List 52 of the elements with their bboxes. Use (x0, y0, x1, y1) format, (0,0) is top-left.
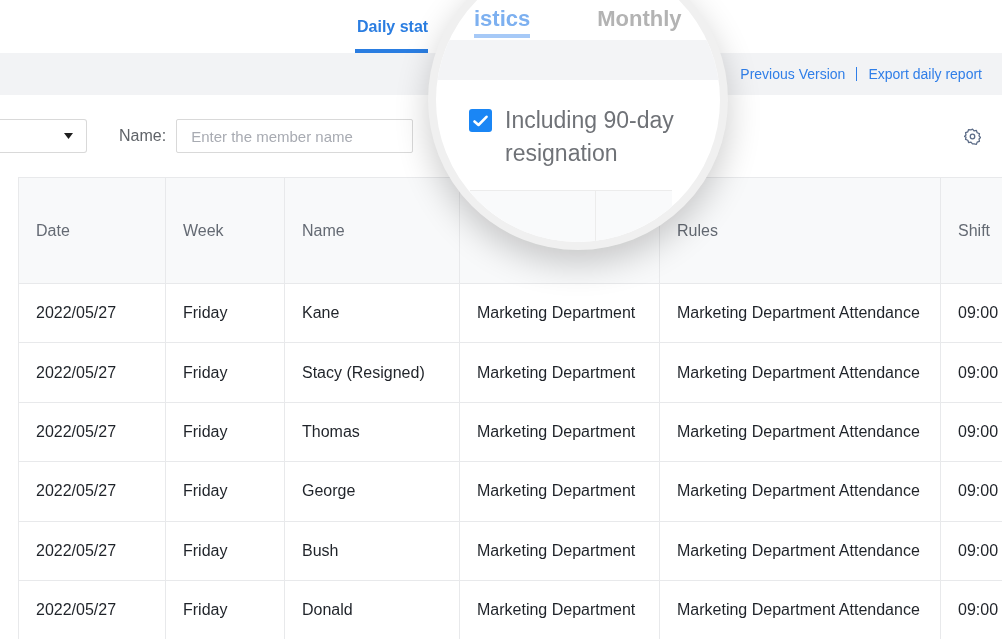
table-cell: 09:00 (941, 580, 1002, 639)
name-input[interactable]: Enter the member name (176, 119, 414, 153)
table-cell: Marketing Department Attendance (660, 521, 941, 581)
column-header: Shift (941, 178, 1002, 284)
table-cell: 09:00 (941, 284, 1002, 344)
table-cell: Marketing Department (460, 580, 660, 639)
table-cell: Marketing Department Attendance (660, 580, 941, 639)
link[interactable]: Export daily report (868, 63, 982, 85)
table-cell: Marketing Department (460, 402, 660, 463)
table-cell: 2022/05/27 (19, 402, 166, 463)
table-cell: Marketing Department (460, 284, 660, 344)
checkbox-label: Including 90-day resignation (505, 106, 675, 168)
table-cell: Marketing Department Attendance (660, 343, 941, 403)
table-cell: Bush (285, 521, 460, 581)
table-cell: 2022/05/27 (19, 462, 166, 522)
checkbox[interactable] (469, 109, 492, 132)
table-cell: 09:00 (941, 462, 1002, 522)
table-cell: Kane (285, 284, 460, 344)
caret-icon (64, 133, 73, 139)
link[interactable]: Previous Version (740, 63, 846, 85)
table-cell: Marketing Department Attendance (660, 402, 941, 463)
table-cell: 09:00 (941, 402, 1002, 463)
tab[interactable]: Monthly (597, 8, 682, 38)
select-field[interactable] (0, 119, 87, 153)
table-cell: Friday (166, 402, 285, 463)
table-cell: Marketing Department Attendance (660, 284, 941, 344)
table-cell: 2022/05/27 (19, 284, 166, 344)
table-cell: Donald (285, 580, 460, 639)
column-header: Rules (660, 178, 941, 284)
table-cell: Friday (166, 284, 285, 344)
table-cell: Friday (166, 462, 285, 522)
column-header: Date (19, 178, 166, 284)
table-cell: 2022/05/27 (19, 521, 166, 581)
table-cell: Marketing Department (460, 462, 660, 522)
table-cell: Marketing Department Attendance (660, 462, 941, 522)
table-cell: Marketing Department (460, 343, 660, 403)
table-cell: 09:00 (941, 343, 1002, 403)
name-label: Name: (119, 126, 167, 146)
table-cell: Thomas (285, 402, 460, 463)
table-cell: Friday (166, 343, 285, 403)
settings-icon[interactable] (964, 127, 981, 145)
check-icon (473, 114, 488, 127)
table-cell: Stacy (Resigned) (285, 343, 460, 403)
table-cell: 2022/05/27 (19, 580, 166, 639)
table-cell: Friday (166, 521, 285, 581)
table-cell: 2022/05/27 (19, 343, 166, 403)
table-cell: 09:00 (941, 521, 1002, 581)
table-cell: George (285, 462, 460, 522)
column-header: Name (285, 178, 460, 284)
column-header: Week (166, 178, 285, 284)
table-cell: Marketing Department (460, 521, 660, 581)
table-cell: Friday (166, 580, 285, 639)
